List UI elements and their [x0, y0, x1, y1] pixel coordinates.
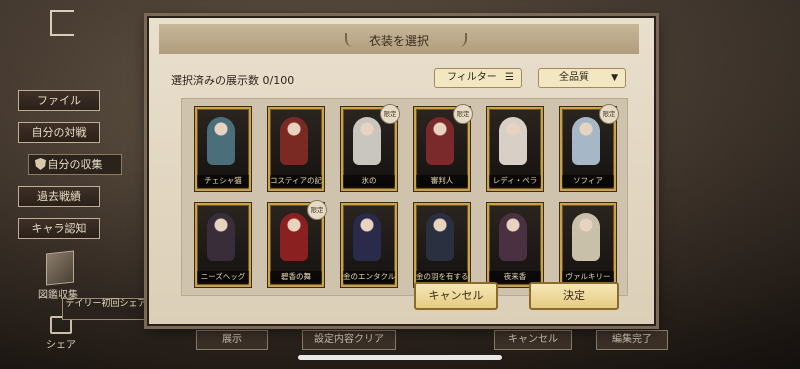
character-portrait — [499, 117, 527, 165]
home-indicator — [298, 355, 502, 360]
costume-card[interactable]: ソフィア 限定 — [560, 104, 619, 191]
sidebar-item-label: 過去戦績 — [37, 190, 81, 203]
character-portrait — [207, 213, 235, 261]
chevron-down-icon: ▼ — [611, 73, 618, 83]
display-button[interactable]: 展示 — [196, 330, 268, 350]
list-icon: ☰ — [505, 72, 514, 83]
character-portrait — [280, 213, 308, 261]
exit-icon[interactable] — [50, 10, 74, 36]
costume-card[interactable]: 審判人 限定 — [414, 104, 473, 191]
sidebar-item-label: 自分の対戦 — [31, 126, 87, 139]
costume-card[interactable]: コスティアの記憶 — [268, 107, 324, 191]
share-tooltip: デイリー初回シェア — [62, 298, 150, 320]
costume-name: チェシャ猫 — [197, 175, 249, 187]
selected-count: 選択済みの展示数 0/100 — [171, 74, 295, 87]
quality-dropdown[interactable]: 全品質 ▼ — [538, 68, 626, 88]
costume-card[interactable]: ニーズヘッグ — [195, 203, 251, 287]
character-portrait — [426, 213, 454, 261]
costume-card[interactable]: 金の羽を有する者 — [414, 203, 470, 287]
edit-complete-button[interactable]: 編集完了 — [596, 330, 668, 350]
filter-button[interactable]: フィルター ☰ — [434, 68, 522, 88]
costume-card[interactable]: 碧香の舞 限定 — [268, 200, 327, 287]
sidebar-item-my-matches[interactable]: 自分の対戦 — [18, 122, 100, 143]
album-book-icon[interactable] — [46, 250, 74, 286]
bottom-cancel-button[interactable]: キャンセル — [494, 330, 572, 350]
costume-card[interactable]: ヴァルキリー — [560, 203, 616, 287]
sidebar-item-label: 自分の収集 — [47, 158, 103, 171]
limited-badge: 限定 — [599, 104, 619, 124]
costume-name: レディ・ペラ — [489, 175, 541, 187]
character-portrait — [426, 117, 454, 165]
sidebar-item-character-recognition[interactable]: キャラ認知 — [18, 218, 100, 239]
costume-card[interactable]: 夜来香 — [487, 203, 543, 287]
sidebar-item-past-records[interactable]: 過去戦績 — [18, 186, 100, 207]
character-portrait — [499, 213, 527, 261]
costume-name: 審判人 — [416, 175, 468, 187]
shield-icon — [35, 158, 46, 170]
limited-badge: 限定 — [453, 104, 473, 124]
filter-label: フィルター — [447, 72, 497, 83]
sidebar-item-file[interactable]: ファイル — [18, 90, 100, 111]
confirm-button[interactable]: 決定 — [529, 282, 619, 310]
costume-card[interactable]: 金のエンタクル — [341, 203, 397, 287]
limited-badge: 限定 — [307, 200, 327, 220]
dialog-header: 衣装を選択 — [159, 24, 639, 54]
costume-name: 碧香の舞 — [270, 271, 322, 283]
character-portrait — [353, 213, 381, 261]
sidebar-item-my-collection[interactable]: 自分の収集 — [28, 154, 122, 175]
costume-name: ニーズヘッグ — [197, 271, 249, 283]
cancel-button[interactable]: キャンセル — [414, 282, 498, 310]
costume-name: コスティアの記憶 — [270, 175, 322, 187]
sidebar-item-label: キャラ認知 — [31, 222, 87, 235]
costume-card[interactable]: レディ・ペラ — [487, 107, 543, 191]
character-portrait — [572, 117, 600, 165]
share-label: シェア — [46, 340, 76, 351]
sidebar-item-label: ファイル — [37, 94, 81, 107]
costume-select-dialog: 衣装を選択 選択済みの展示数 0/100 フィルター ☰ 全品質 ▼ チェシャ猫… — [147, 16, 656, 326]
limited-badge: 限定 — [380, 104, 400, 124]
costume-card[interactable]: チェシャ猫 — [195, 107, 251, 191]
dialog-title: 衣装を選択 — [368, 34, 429, 48]
character-portrait — [207, 117, 235, 165]
character-portrait — [572, 213, 600, 261]
character-portrait — [353, 117, 381, 165]
costume-grid: チェシャ猫コスティアの記憶氷の限定審判人限定レディ・ペラソフィア限定ニーズヘッグ… — [181, 98, 628, 296]
costume-name: 氷の — [343, 175, 395, 187]
costume-name: 金のエンタクル — [343, 271, 395, 283]
character-portrait — [280, 117, 308, 165]
costume-name: ソフィア — [562, 175, 614, 187]
costume-card[interactable]: 氷の 限定 — [341, 104, 400, 191]
quality-label: 全品質 — [559, 72, 589, 83]
clear-settings-button[interactable]: 設定内容クリア — [302, 330, 396, 350]
